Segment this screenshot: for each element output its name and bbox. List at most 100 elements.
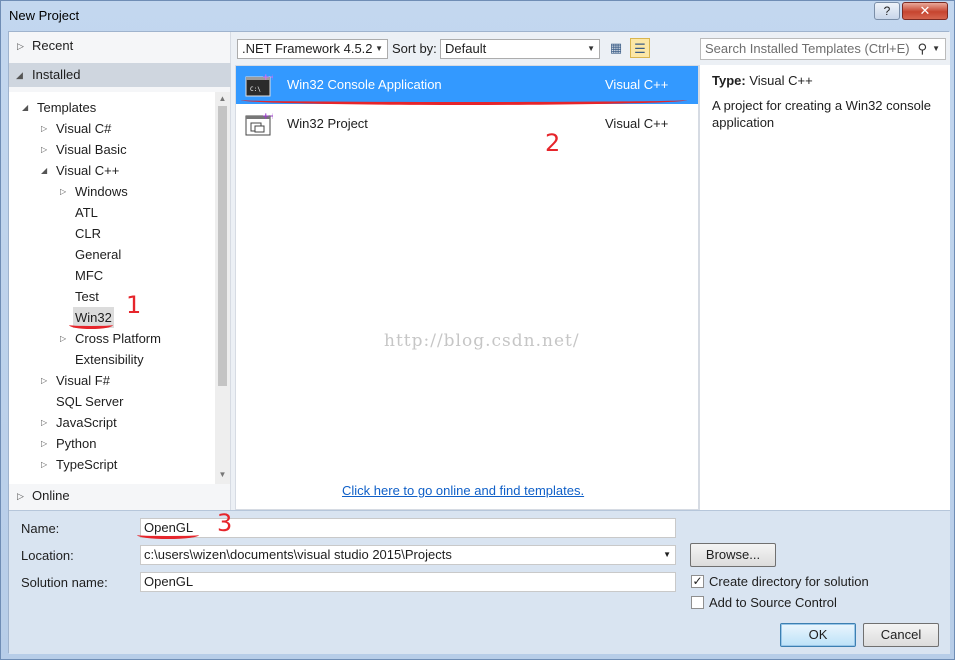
collapse-arrow-icon[interactable]: ◢ (41, 160, 47, 181)
expand-arrow-icon: ▷ (17, 41, 24, 51)
name-label: Name: (21, 521, 60, 536)
chevron-down-icon: ▼ (587, 44, 595, 53)
tree-item-label: General (75, 247, 122, 262)
description-pane: Type: Visual C++ A project for creating … (699, 65, 950, 510)
watermark-text: http://blog.csdn.net/ (384, 331, 580, 351)
solution-name-value: OpenGL (144, 574, 194, 589)
new-project-dialog: New Project ? ✕ ▷ Recent ◢ Installed ◢ Te… (0, 0, 955, 660)
scroll-down-icon[interactable]: ▼ (218, 470, 227, 479)
tree-item-label: Test (75, 289, 99, 304)
tree-item[interactable]: ◢ Templates (9, 97, 215, 118)
tree-item[interactable]: Extensibility (9, 349, 215, 370)
installed-node[interactable]: ◢ Installed (9, 63, 231, 87)
description-text: A project for creating a Win32 console a… (712, 98, 931, 130)
tree-item-label: MFC (75, 268, 104, 283)
tree-item[interactable]: CLR (9, 223, 215, 244)
list-view-icon[interactable]: ☰ (630, 38, 650, 58)
tree-item[interactable]: ▷ Windows (9, 181, 215, 202)
tree-item[interactable]: Test (9, 286, 215, 307)
tree-item-label: Python (56, 436, 97, 451)
location-value: c:\users\wizen\documents\visual studio 2… (144, 547, 452, 562)
svg-text:++: ++ (262, 73, 273, 83)
search-input[interactable]: Search Installed Templates (Ctrl+E) ⚲ ▼ (700, 38, 946, 60)
tree-item[interactable]: MFC (9, 265, 215, 286)
template-item-win32-project[interactable]: ++ Win32 Project Visual C++ (236, 105, 698, 143)
tree-scrollbar[interactable]: ▲ ▼ (215, 92, 230, 484)
scroll-up-icon[interactable]: ▲ (218, 94, 227, 103)
svg-text:++: ++ (262, 112, 273, 122)
collapse-arrow-icon[interactable]: ◢ (22, 97, 28, 118)
sort-dropdown[interactable]: Default ▼ (440, 39, 600, 59)
search-icon[interactable]: ⚲ (917, 39, 927, 59)
ok-button[interactable]: OK (780, 623, 856, 647)
tree-item[interactable]: ▷ Visual C# (9, 118, 215, 139)
scroll-thumb[interactable] (218, 106, 227, 386)
source-control-checkbox[interactable] (691, 596, 704, 609)
tree-item-label: Visual C++ (56, 163, 120, 178)
recent-label: Recent (32, 38, 74, 53)
location-label: Location: (21, 548, 74, 563)
annotation-number: 1 (126, 291, 142, 319)
annotation-underline (69, 321, 113, 329)
close-button[interactable]: ✕ (902, 2, 948, 20)
template-list: C:\ ++ Win32 Console Application Visual … (235, 65, 699, 510)
template-name: Win32 Project (287, 116, 368, 131)
tree-item-label: CLR (75, 226, 102, 241)
expand-arrow-icon[interactable]: ▷ (41, 433, 47, 454)
tree-item-label: Windows (75, 184, 128, 199)
sort-value: Default (445, 41, 487, 56)
tree-item[interactable]: SQL Server (9, 391, 215, 412)
installed-label: Installed (32, 67, 81, 82)
expand-arrow-icon[interactable]: ▷ (41, 454, 47, 475)
help-button[interactable]: ? (874, 2, 900, 20)
tree-item[interactable]: ▷ JavaScript (9, 412, 215, 433)
tree-item[interactable]: General (9, 244, 215, 265)
small-icons-view-icon[interactable]: ▦ (606, 38, 626, 58)
annotation-number: 2 (545, 129, 561, 157)
tree-item-label: Visual Basic (56, 142, 127, 157)
svg-text:C:\: C:\ (250, 86, 261, 93)
tree-item[interactable]: ▷ Cross Platform (9, 328, 215, 349)
tree-item[interactable]: ◢ Visual C++ (9, 160, 215, 181)
chevron-down-icon: ▼ (375, 44, 383, 53)
tree-item[interactable]: ▷ Visual F# (9, 370, 215, 391)
collapse-arrow-icon: ◢ (16, 70, 23, 80)
template-tree: ◢ Templates ▷ Visual C# ▷ Visual Basic ◢ Visual… (9, 92, 215, 484)
expand-arrow-icon[interactable]: ▷ (60, 328, 66, 349)
tree-item-label: TypeScript (56, 457, 118, 472)
expand-arrow-icon: ▷ (17, 491, 24, 501)
framework-dropdown[interactable]: .NET Framework 4.5.2 ▼ (237, 39, 388, 59)
expand-arrow-icon[interactable]: ▷ (41, 139, 47, 160)
expand-arrow-icon[interactable]: ▷ (41, 118, 47, 139)
create-directory-checkbox[interactable]: ✓ (691, 575, 704, 588)
type-line: Type: Visual C++ (712, 73, 938, 89)
expand-arrow-icon[interactable]: ▷ (41, 412, 47, 433)
source-control-label: Add to Source Control (709, 595, 837, 610)
win32-project-icon: ++ (245, 112, 273, 136)
annotation-number: 3 (217, 509, 233, 537)
template-name: Win32 Console Application (287, 77, 442, 92)
tree-item-label: Visual F# (56, 373, 110, 388)
tree-item-label: SQL Server (56, 394, 124, 409)
chevron-down-icon[interactable]: ▼ (663, 546, 671, 564)
search-placeholder: Search Installed Templates (Ctrl+E) (705, 41, 910, 56)
tree-item[interactable]: ATL (9, 202, 215, 223)
tree-item[interactable]: ▷ Python (9, 433, 215, 454)
location-combo[interactable]: c:\users\wizen\documents\visual studio 2… (140, 545, 676, 565)
online-templates-link[interactable]: Click here to go online and find templat… (342, 483, 584, 498)
expand-arrow-icon[interactable]: ▷ (60, 181, 66, 202)
tree-item-label: JavaScript (56, 415, 117, 430)
tree-item[interactable]: ▷ TypeScript (9, 454, 215, 475)
solution-name-field[interactable]: OpenGL (140, 572, 676, 592)
template-language: Visual C++ (605, 116, 669, 131)
tree-item[interactable]: ▷ Visual Basic (9, 139, 215, 160)
cancel-button[interactable]: Cancel (863, 623, 939, 647)
chevron-down-icon[interactable]: ▼ (932, 39, 940, 59)
sort-by-label: Sort by: (392, 41, 437, 56)
online-node[interactable]: ▷ Online (9, 484, 231, 508)
browse-button[interactable]: Browse... (690, 543, 776, 567)
online-label: Online (32, 488, 70, 503)
window-title: New Project (9, 8, 80, 23)
expand-arrow-icon[interactable]: ▷ (41, 370, 47, 391)
recent-node[interactable]: ▷ Recent (9, 34, 231, 58)
